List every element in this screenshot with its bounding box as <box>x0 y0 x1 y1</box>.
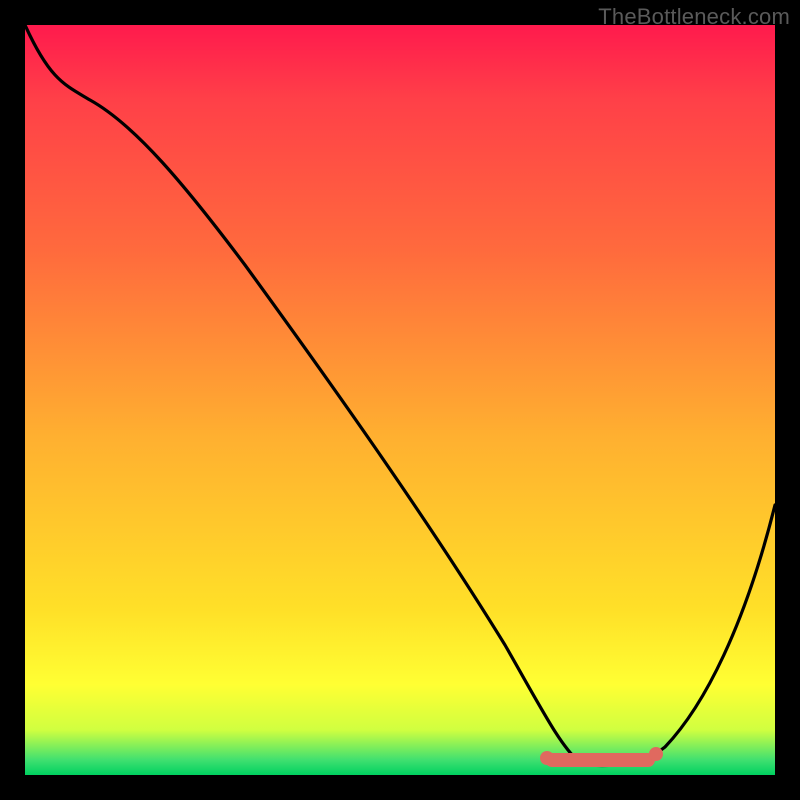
plot-gradient-background <box>25 25 775 775</box>
optimal-zone-marker-left-dot <box>540 751 554 765</box>
optimal-zone-marker-right-dot <box>649 747 663 761</box>
optimal-zone-marker <box>545 753 655 767</box>
chart-frame: TheBottleneck.com <box>0 0 800 800</box>
bottleneck-curve <box>25 25 775 775</box>
curve-path <box>25 25 775 765</box>
watermark-text: TheBottleneck.com <box>598 4 790 30</box>
